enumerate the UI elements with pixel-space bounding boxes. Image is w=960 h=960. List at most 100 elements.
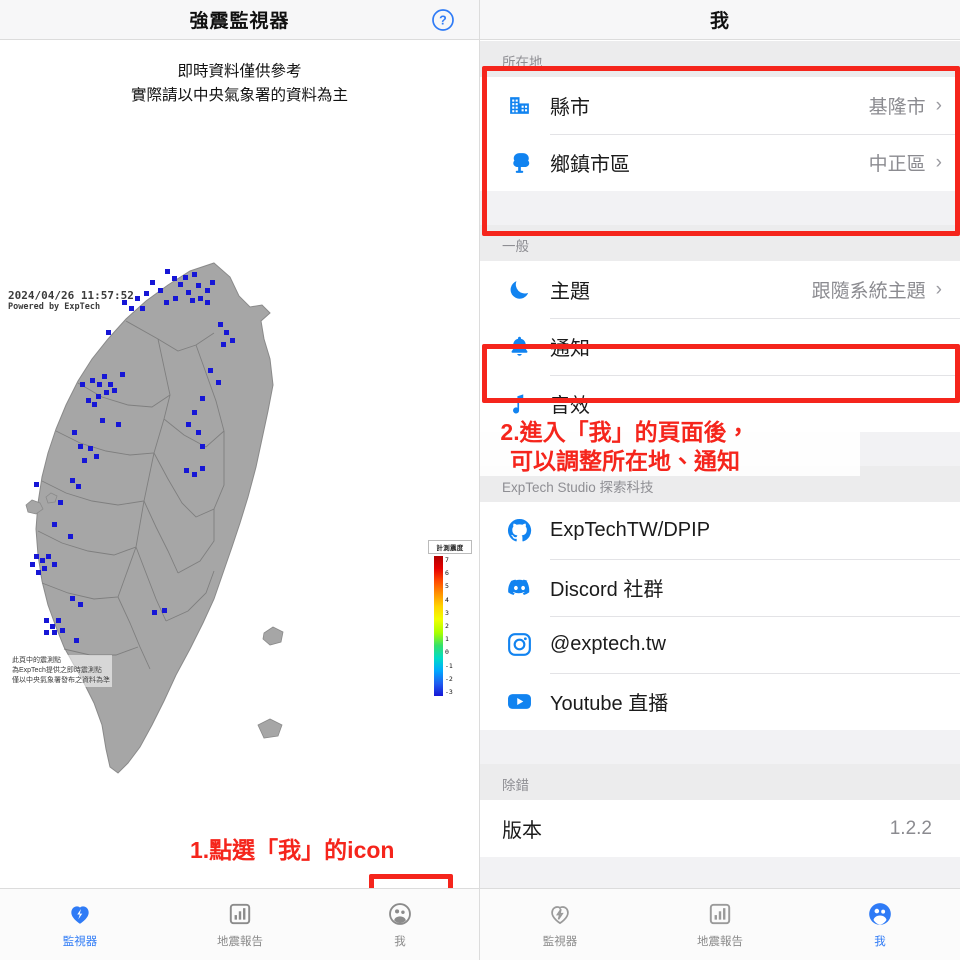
- bar-chart-icon: [709, 903, 731, 924]
- chevron-right-icon: ›: [935, 152, 942, 173]
- map-note-line-1: 此頁中的震測點: [12, 657, 61, 664]
- people-icon: [869, 902, 891, 925]
- legend-tick: -1: [445, 661, 453, 670]
- settings-row-sound-label: 音效: [550, 395, 590, 417]
- settings-row-discord-label: Discord 社群: [550, 579, 664, 601]
- github-icon: [502, 517, 536, 544]
- section-body-location: 縣市 基隆市 › 鄉鎮市區 中正區 ›: [480, 77, 960, 191]
- bar-chart-icon: [229, 903, 251, 924]
- tab-me[interactable]: 我: [320, 889, 479, 960]
- settings-row-youtube-label: Youtube 直播: [550, 693, 669, 715]
- right-tab-bar: 監視器 地震報告 我: [480, 888, 960, 960]
- intensity-legend: 計測震度 7 6 5 4 3 2 1 0 -1 -2 -3: [428, 540, 472, 696]
- disclaimer-line-1: 即時資料僅供參考: [177, 63, 302, 80]
- disclaimer-block: 即時資料僅供參考 實際請以中央氣象署的資料為主: [0, 40, 479, 108]
- bell-icon: [502, 334, 536, 359]
- section-header-general: 一般: [480, 225, 960, 261]
- right-header: 我: [480, 0, 960, 40]
- svg-text:?: ?: [439, 13, 447, 27]
- settings-row-notification-label: 通知: [550, 338, 590, 360]
- section-header-debug: 除錯: [480, 764, 960, 800]
- settings-row-instagram-label: @exptech.tw: [550, 633, 666, 655]
- legend-tick: 6: [445, 569, 449, 578]
- music-note-icon: [502, 391, 536, 416]
- annotation-step-2-line-2: 可以調整所在地、通知: [510, 447, 740, 474]
- page-title: 我: [709, 11, 730, 32]
- discord-icon: [502, 574, 536, 601]
- tab-earthquake-report-label: 地震報告: [697, 935, 743, 948]
- map-source-note: 此頁中的震測點 為ExpTech提供之即時震測點 僅以中央氣象署發布之資料為準: [10, 655, 112, 688]
- section-body-debug: 版本 1.2.2: [480, 800, 960, 857]
- legend-tick: 7: [445, 556, 449, 564]
- settings-row-town-value: 中正區: [868, 154, 926, 175]
- section-body-exptech: ExpTechTW/DPIP Discord 社群 @exptech.tw Yo…: [480, 502, 960, 730]
- instagram-icon: [502, 631, 536, 658]
- section-header-location: 所在地: [480, 41, 960, 77]
- youtube-icon: [502, 688, 536, 715]
- legend-tick: 3: [445, 608, 449, 617]
- legend-tick-labels: 7 6 5 4 3 2 1 0 -1 -2 -3: [445, 556, 453, 696]
- legend-tick: 1: [445, 635, 449, 644]
- page-title: 強震監視器: [189, 11, 290, 32]
- settings-row-town[interactable]: 鄉鎮市區 中正區 ›: [480, 134, 960, 191]
- left-tab-bar: 監視器 地震報告 我: [0, 888, 479, 960]
- left-header: 強震監視器 ?: [0, 0, 479, 40]
- moon-icon: [502, 277, 536, 302]
- settings-row-city-value: 基隆市: [868, 97, 926, 118]
- tab-me-label: 我: [394, 935, 406, 948]
- settings-row-version: 版本 1.2.2: [480, 800, 960, 857]
- settings-row-town-label: 鄉鎮市區: [550, 154, 630, 176]
- section-gap: [480, 730, 960, 764]
- tab-earthquake-report[interactable]: 地震報告: [640, 889, 800, 960]
- map-note-line-2: 為ExpTech提供之即時震測點: [12, 667, 102, 675]
- settings-row-city[interactable]: 縣市 基隆市 ›: [480, 77, 960, 134]
- legend-tick: -2: [445, 674, 453, 683]
- legend-tick: 4: [445, 595, 449, 604]
- settings-row-city-label: 縣市: [550, 97, 590, 119]
- taiwan-map-shape: [25, 262, 284, 774]
- monitor-screen: 強震監視器 ? 即時資料僅供參考 實際請以中央氣象署的資料為主 2024/04/…: [0, 0, 480, 960]
- legend-color-bar: [434, 556, 443, 696]
- tab-earthquake-report[interactable]: 地震報告: [160, 889, 320, 960]
- section-gap: [480, 191, 960, 225]
- settings-row-theme[interactable]: 主題 跟隨系統主題 ›: [480, 261, 960, 318]
- profile-screen: 我 所在地 縣市 基隆市 › 鄉鎮市區 中正區 › 一般 主題 跟隨系統主題 ›…: [480, 0, 960, 960]
- heart-pulse-icon: [71, 905, 89, 924]
- chevron-right-icon: ›: [935, 95, 942, 116]
- annotation-step-1: 1.點選「我」的icon: [190, 836, 395, 865]
- settings-row-notification[interactable]: 通知: [480, 318, 960, 375]
- legend-tick: -3: [445, 687, 453, 696]
- earthquake-map[interactable]: 2024/04/26 11:57:52 Powered by ExpTech 此…: [0, 110, 479, 850]
- annotation-step-2: 2.進入「我」的頁面後， 可以調整所在地、通知: [480, 418, 860, 476]
- tab-monitor-label: 監視器: [62, 935, 98, 948]
- legend-title: 計測震度: [428, 540, 472, 554]
- people-icon: [389, 902, 411, 925]
- tab-me-label: 我: [874, 935, 886, 948]
- settings-row-github[interactable]: ExpTechTW/DPIP: [480, 502, 960, 559]
- settings-row-discord[interactable]: Discord 社群: [480, 559, 960, 616]
- settings-row-theme-label: 主題: [550, 281, 590, 303]
- heart-pulse-icon: [551, 905, 569, 924]
- settings-row-github-label: ExpTechTW/DPIP: [550, 519, 711, 541]
- building-icon: [502, 93, 536, 118]
- tab-monitor[interactable]: 監視器: [0, 889, 160, 960]
- tab-me[interactable]: 我: [800, 889, 960, 960]
- dual-screenshot: 強震監視器 ? 即時資料僅供參考 實際請以中央氣象署的資料為主 2024/04/…: [0, 0, 960, 960]
- annotation-step-2-line-1: 2.進入「我」的頁面後，: [500, 419, 750, 445]
- map-note-line-3: 僅以中央氣象署發布之資料為準: [12, 677, 110, 685]
- tab-monitor-label: 監視器: [542, 935, 578, 948]
- legend-tick: 5: [445, 582, 449, 591]
- settings-row-youtube[interactable]: Youtube 直播: [480, 673, 960, 730]
- legend-tick: 2: [445, 621, 449, 630]
- legend-tick: 0: [445, 648, 449, 657]
- settings-row-version-value: 1.2.2: [889, 817, 932, 839]
- section-body-general: 主題 跟隨系統主題 › 通知 音效: [480, 261, 960, 432]
- tab-monitor[interactable]: 監視器: [480, 889, 640, 960]
- help-circle-icon[interactable]: ?: [431, 8, 455, 32]
- settings-row-instagram[interactable]: @exptech.tw: [480, 616, 960, 673]
- disclaimer-line-2: 實際請以中央氣象署的資料為主: [130, 87, 348, 105]
- settings-row-theme-value: 跟隨系統主題: [811, 281, 926, 302]
- tree-icon: [502, 150, 536, 175]
- chevron-right-icon: ›: [935, 279, 942, 300]
- settings-row-version-label: 版本: [502, 820, 542, 842]
